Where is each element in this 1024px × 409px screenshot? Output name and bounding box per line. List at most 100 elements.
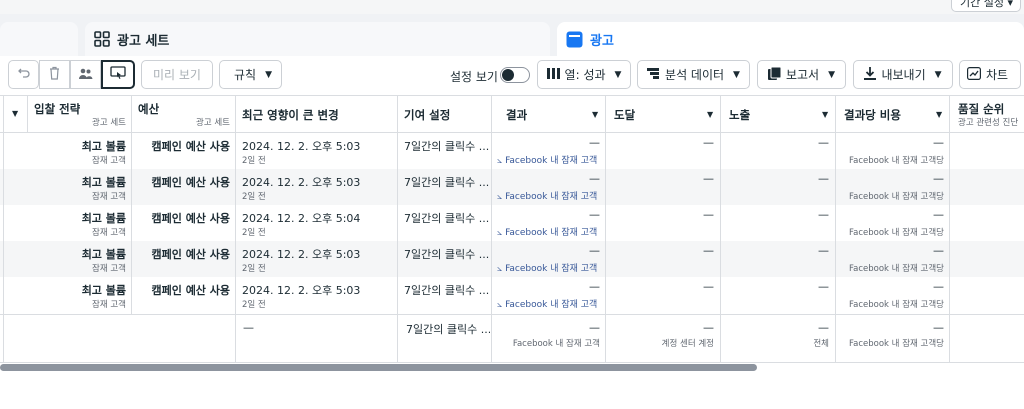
column-sub-budget: 광고 세트: [196, 118, 230, 128]
bid-strategy-sub: 잠재 고객: [92, 264, 126, 274]
summary-result: —: [589, 321, 600, 334]
chart-button[interactable]: 차트: [959, 60, 1021, 89]
bid-strategy-sub: 잠재 고객: [92, 192, 126, 202]
cost-sub: Facebook 내 잠재 고객당: [849, 264, 944, 274]
cost-sub: Facebook 내 잠재 고객당: [849, 228, 944, 238]
result-value: —: [589, 208, 600, 221]
cost-value: —: [933, 136, 944, 149]
chart-icon: [966, 66, 981, 83]
preview-button[interactable]: 미리 보기: [141, 60, 213, 89]
bid-strategy-sub: 잠재 고객: [92, 156, 126, 166]
grid-icon: [94, 31, 110, 47]
result-link[interactable]: ⦣ Facebook 내 잠재 고객: [497, 261, 597, 274]
report-icon: [767, 66, 782, 83]
column-sub-bid-strategy: 광고 세트: [92, 118, 126, 128]
sort-caret-icon[interactable]: ▼: [12, 109, 18, 118]
delete-button[interactable]: [39, 60, 70, 89]
chevron-down-icon: ▼: [828, 69, 836, 80]
chart-label: 차트: [985, 68, 1009, 82]
breakdown-icon: [647, 67, 660, 82]
breakdown-label: 분석 데이터: [665, 68, 725, 82]
sort-caret-icon[interactable]: ▼: [592, 110, 598, 119]
cost-sub: Facebook 내 잠재 고객당: [849, 192, 944, 202]
sort-caret-icon[interactable]: ▼: [936, 110, 942, 119]
undo-button[interactable]: [8, 60, 39, 89]
attribution-value: 7일간의 클릭수 ...: [404, 284, 490, 297]
cost-value: —: [933, 172, 944, 185]
summary-last-change: —: [243, 321, 254, 334]
undo-icon: [17, 66, 31, 83]
tab-ad-sets-label: 광고 세트: [117, 33, 170, 49]
result-value: —: [589, 244, 600, 257]
reach-value: —: [703, 208, 714, 221]
columns-label: 열: 성과: [564, 68, 606, 82]
export-dropdown[interactable]: 내보내기 ▼: [853, 60, 953, 89]
horizontal-scrollbar-thumb[interactable]: [0, 364, 757, 371]
column-header-attribution[interactable]: 기여 설정: [404, 107, 450, 123]
column-header-bid-strategy[interactable]: 입찰 전략: [34, 101, 80, 117]
col-divider: [949, 95, 950, 362]
tab-ad-sets[interactable]: 광고 세트: [85, 22, 550, 56]
col-divider: [235, 95, 236, 362]
summary-divider: [0, 314, 1024, 315]
reach-value: —: [703, 280, 714, 293]
cost-value: —: [933, 244, 944, 257]
tab-ads[interactable]: 광고: [557, 22, 1024, 56]
ad-window-icon: [566, 31, 583, 48]
bid-strategy-value: 최고 볼륨: [81, 212, 126, 225]
result-link[interactable]: ⦣ Facebook 내 잠재 고객: [497, 153, 597, 166]
impressions-value: —: [818, 280, 829, 293]
column-header-results[interactable]: 결과: [506, 107, 527, 123]
export-label: 내보내기: [881, 68, 926, 82]
ads-table: ▼ 입찰 전략 광고 세트 예산 광고 세트 최근 영향이 큰 변경 기여 설정…: [0, 95, 1024, 365]
reports-label: 보고서: [785, 68, 820, 82]
toggle-knob: [502, 69, 514, 81]
sort-caret-icon[interactable]: ▼: [822, 110, 828, 119]
col-divider: [397, 95, 398, 362]
breakdown-dropdown[interactable]: 분석 데이터 ▼: [637, 60, 750, 89]
columns-dropdown[interactable]: 열: 성과 ▼: [537, 60, 631, 89]
summary-impressions: —: [818, 321, 829, 334]
corner-arrow-icon: ⦣: [497, 300, 503, 310]
column-header-budget[interactable]: 예산: [138, 101, 159, 117]
result-link[interactable]: ⦣ Facebook 내 잠재 고객: [497, 189, 597, 202]
result-link[interactable]: ⦣ Facebook 내 잠재 고객: [497, 297, 597, 310]
summary-attribution: 7일간의 클릭수 ...: [406, 323, 490, 336]
bid-strategy-value: 최고 볼륨: [81, 176, 126, 189]
bid-strategy-value: 최고 볼륨: [81, 248, 126, 261]
last-change-date: 2024. 12. 2. 오후 5:04: [242, 212, 361, 225]
bid-strategy-value: 최고 볼륨: [81, 284, 126, 297]
result-link[interactable]: ⦣ Facebook 내 잠재 고객: [497, 225, 597, 238]
last-change-ago: 2일 전: [242, 228, 266, 238]
budget-value: 캠페인 예산 사용: [151, 248, 231, 261]
last-change-ago: 2일 전: [242, 192, 266, 202]
tab-campaigns[interactable]: [0, 22, 78, 56]
summary-result-sub: Facebook 내 잠재 고객: [512, 339, 600, 349]
columns-icon: [546, 67, 560, 82]
budget-value: 캠페인 예산 사용: [151, 212, 231, 225]
attribution-value: 7일간의 클릭수 ...: [404, 176, 490, 189]
date-range-dropdown[interactable]: 기간 설정 ▾: [951, 0, 1021, 12]
audience-button[interactable]: [70, 60, 101, 89]
impressions-value: —: [818, 172, 829, 185]
reports-dropdown[interactable]: 보고서 ▼: [757, 60, 846, 89]
preview-toggle-button[interactable]: [101, 60, 135, 89]
column-header-reach[interactable]: 도달: [614, 107, 635, 123]
sort-caret-icon[interactable]: ▼: [707, 110, 713, 119]
column-header-cost-per-result[interactable]: 결과당 비용: [844, 107, 901, 123]
column-header-quality[interactable]: 품질 순위: [958, 101, 1024, 117]
last-change-date: 2024. 12. 2. 오후 5:03: [242, 248, 361, 261]
impressions-value: —: [818, 208, 829, 221]
bid-strategy-value: 최고 볼륨: [81, 140, 126, 153]
rules-dropdown[interactable]: 규칙 ▼: [219, 60, 282, 89]
budget-value: 캠페인 예산 사용: [151, 176, 231, 189]
top-strip: [0, 0, 1024, 14]
summary-reach: —: [703, 321, 714, 334]
column-header-last-change[interactable]: 최근 영향이 큰 변경: [242, 107, 339, 123]
last-change-date: 2024. 12. 2. 오후 5:03: [242, 176, 361, 189]
view-settings-toggle[interactable]: [500, 67, 530, 83]
summary-impressions-sub: 전체: [813, 339, 829, 349]
column-header-impressions[interactable]: 노출: [729, 107, 750, 123]
last-change-date: 2024. 12. 2. 오후 5:03: [242, 140, 361, 153]
col-divider: [27, 95, 28, 132]
